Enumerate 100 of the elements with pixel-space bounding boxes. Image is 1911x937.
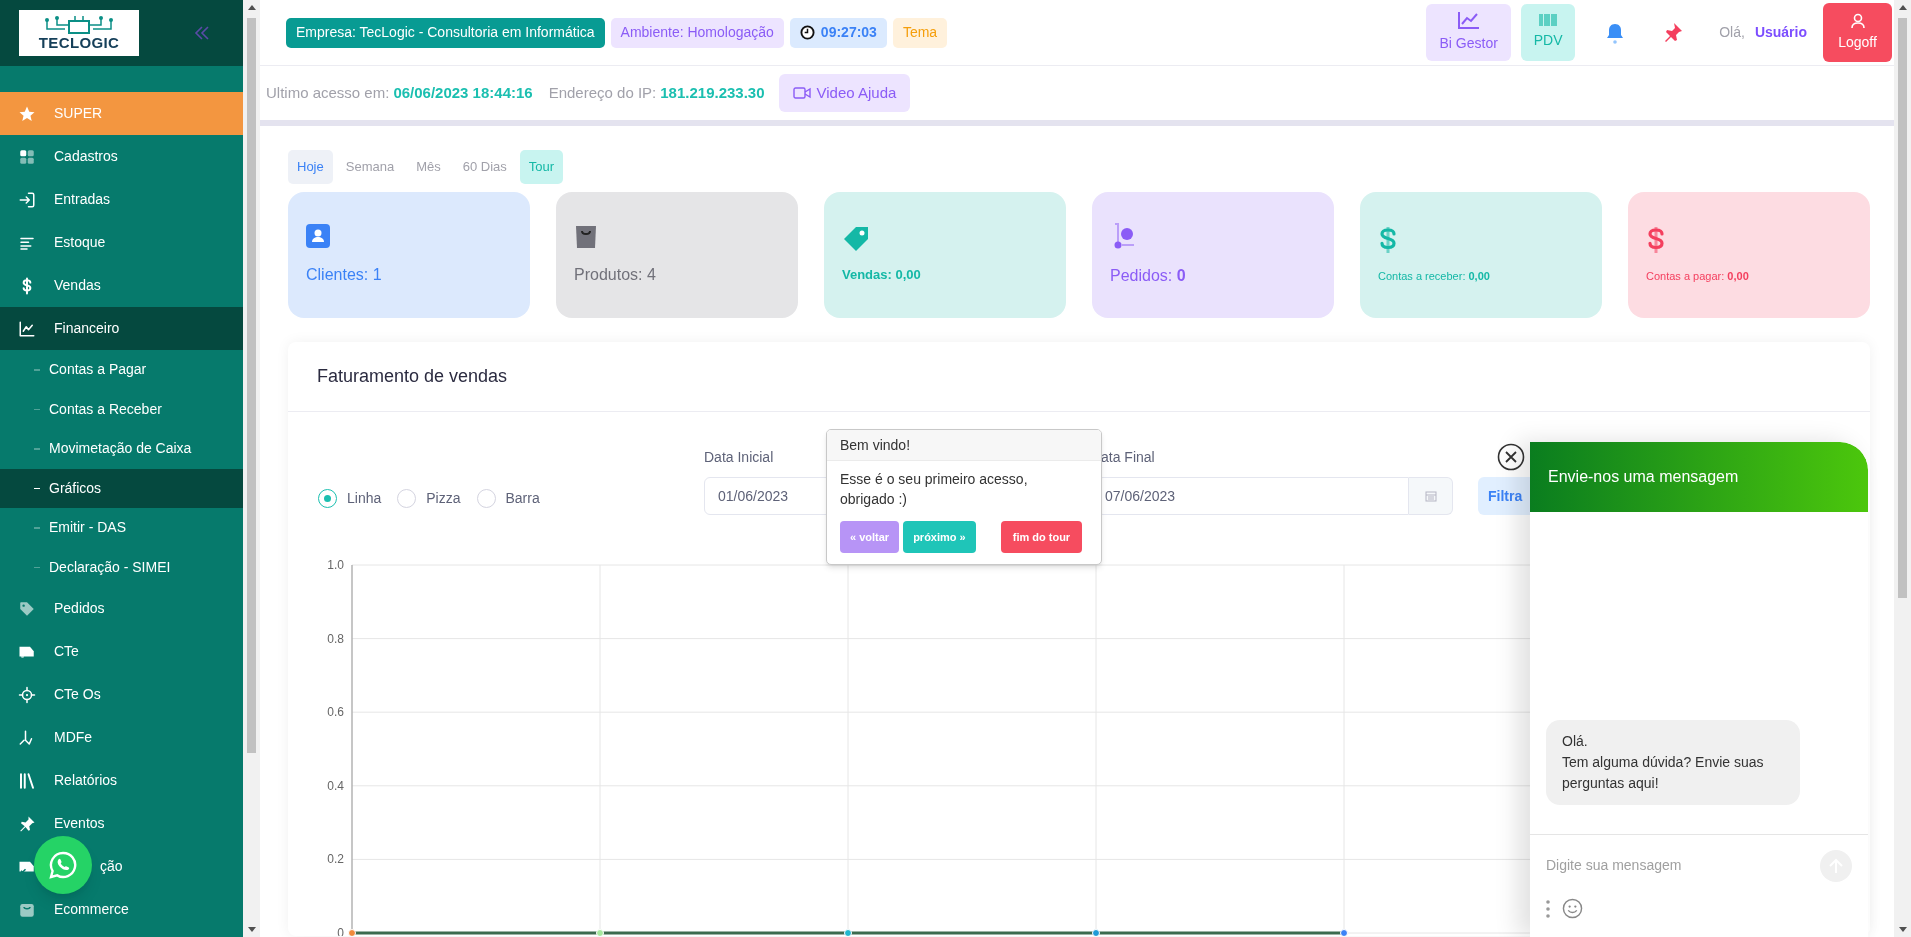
line-chart-icon — [18, 319, 36, 338]
bag-icon — [574, 223, 598, 249]
dollar-icon — [1646, 225, 1666, 254]
dash-icon — [34, 527, 40, 529]
field-label: ata Final — [1100, 448, 1156, 467]
radio-label: Linha — [347, 489, 382, 508]
dash-icon — [34, 408, 40, 410]
stat-card[interactable]: Contas a pagar: 0,00 — [1628, 192, 1870, 318]
submenu-item[interactable]: Gráficos — [0, 468, 243, 508]
stat-card[interactable]: Pedidos: 0 — [1092, 192, 1334, 318]
card-label: Pedidos: 0 — [1110, 266, 1187, 286]
dash-icon — [34, 566, 40, 568]
sidebar-item[interactable]: CTe — [0, 630, 243, 673]
access-label: Ultimo acesso em: — [266, 82, 390, 103]
grid-icon — [18, 147, 36, 166]
environment-badge: Ambiente: Homologação — [610, 17, 784, 48]
whatsapp-icon — [48, 850, 78, 880]
dollar-icon — [1378, 225, 1398, 254]
radio-label: Pizza — [426, 489, 461, 508]
card-label: Contas a receber: 0,00 — [1378, 268, 1491, 284]
sidebar-item[interactable]: Vendas — [0, 264, 243, 307]
axis-label: 1.0 — [327, 558, 344, 572]
axis-label: 0.2 — [327, 852, 344, 867]
axis-label: 0.8 — [327, 631, 344, 646]
logo-badge[interactable]: TECLOGIC — [19, 10, 139, 56]
card-label: Produtos: 4 — [574, 265, 657, 285]
end-button[interactable]: fim do tour — [1000, 521, 1083, 553]
message-field[interactable]: Digite sua mensagem — [1546, 855, 1820, 876]
sign-in-icon — [18, 190, 36, 209]
smiley-icon[interactable] — [1562, 898, 1583, 919]
submenu-item[interactable]: Contas a Pagar — [0, 350, 243, 390]
clock-badge: 09:27:03 — [789, 17, 887, 48]
bell-icon[interactable] — [1605, 21, 1626, 44]
axis-label: 0.6 — [327, 705, 344, 720]
pin-icon — [18, 814, 36, 833]
tag-icon — [842, 225, 870, 252]
sidebar-item[interactable]: Cadastros — [0, 135, 243, 178]
scroll-down-icon[interactable] — [247, 927, 256, 932]
barcode-icon — [1539, 14, 1558, 26]
clock-icon — [799, 25, 815, 40]
card-label: Vendas: 0,00 — [842, 266, 922, 285]
crosshair-icon — [18, 685, 36, 704]
sidebar-item[interactable]: Estoque — [0, 221, 243, 264]
filter-button[interactable]: Filtra — [1478, 477, 1530, 515]
axis-label: 0.4 — [327, 778, 344, 793]
card-label: Clientes: 1 — [306, 265, 383, 285]
field-label: Data Inicial — [704, 448, 775, 467]
logoff-button[interactable]: Logoff — [1823, 3, 1892, 62]
greeting-text: Olá, — [1719, 23, 1745, 42]
sidebar-item[interactable]: Pedidos — [0, 587, 243, 630]
submenu-item[interactable]: Emitir - DAS — [0, 508, 243, 548]
popup-text: Esse é o seu primeiro acesso, obrigado :) — [839, 470, 1029, 509]
sidebar-item[interactable]: Eventos — [0, 802, 243, 845]
scrollbar-thumb[interactable] — [1898, 18, 1907, 598]
period-tab[interactable]: Semana — [336, 150, 404, 184]
scroll-down-icon[interactable] — [1898, 927, 1907, 932]
person-icon — [306, 223, 330, 249]
dash-icon — [34, 369, 40, 371]
tag-icon — [18, 599, 36, 618]
period-tab[interactable]: Mês — [407, 150, 450, 184]
ip-address: 181.219.233.30 — [660, 82, 765, 103]
sidebar-item[interactable]: ção — [0, 845, 243, 888]
close-icon[interactable] — [1497, 443, 1525, 471]
books-icon — [18, 771, 36, 790]
video-camera-icon — [792, 87, 811, 99]
submenu-item[interactable]: Declaração - SIMEI — [0, 547, 243, 587]
user-icon — [1849, 12, 1866, 29]
period-tab[interactable]: 60 Dias — [453, 150, 516, 184]
scrollbar-thumb[interactable] — [247, 18, 256, 753]
company-badge: Empresa: TecLogic - Consultoria em Informática — [286, 17, 605, 48]
access-date: 06/06/2023 18:44:16 — [393, 82, 533, 103]
popup-title: Bem vindo! — [840, 435, 911, 455]
sidebar-item[interactable]: Ecommerce — [0, 888, 243, 931]
scroll-up-icon[interactable] — [247, 5, 256, 10]
scroll-up-icon[interactable] — [1898, 5, 1907, 10]
stat-card[interactable]: Produtos: 4 — [556, 192, 798, 318]
back-button[interactable]: « voltar — [840, 521, 900, 553]
sidebar-item[interactable]: CTe Os — [0, 673, 243, 716]
submenu-item[interactable]: Movimetação de Caixa — [0, 429, 243, 469]
video-help-button[interactable]: Video Ajuda — [778, 74, 911, 112]
bi-button[interactable]: Bi Gestor — [1426, 4, 1512, 61]
ip-label: Endereço do IP: — [548, 82, 657, 103]
line-chart-icon — [1457, 11, 1480, 29]
dash-icon — [34, 487, 40, 489]
panel-title: Faturamento de vendas — [317, 365, 508, 388]
sidebar-item[interactable]: MDFe — [0, 716, 243, 759]
card-label: Contas a pagar: 0,00 — [1646, 268, 1750, 284]
stat-card[interactable]: Clientes: 1 — [288, 192, 530, 318]
sidebar-item[interactable]: Relatórios — [0, 759, 243, 802]
calendar-icon — [1424, 490, 1437, 502]
chat-message: Olá. Tem alguma dúvida? Envie suas perguntas aqui! — [1546, 720, 1800, 805]
sidebar-item[interactable]: Financeiro — [0, 307, 243, 350]
submenu-item[interactable]: Contas a Receber — [0, 389, 243, 429]
dash-icon — [34, 448, 40, 450]
period-tab[interactable]: Hoje — [288, 150, 333, 184]
chat-title: Envie-nos uma mensagem — [1548, 467, 1739, 487]
logo-text: TECLOGIC — [38, 35, 120, 51]
user-name[interactable]: Usuário — [1754, 22, 1807, 43]
sidebar-item[interactable]: Entradas — [0, 178, 243, 221]
more-options-icon[interactable] — [1546, 899, 1550, 918]
